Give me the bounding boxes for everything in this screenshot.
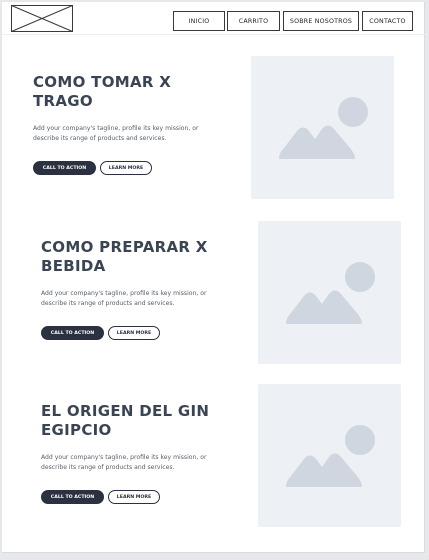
call-to-action-button[interactable]: CALL TO ACTION — [41, 490, 104, 504]
tagline-line: describe its range of products and servi… — [41, 464, 175, 471]
section-title: EL ORIGEN DEL GIN EGIPCIO — [41, 402, 226, 440]
tagline-line: Add your company's tagline, profile its … — [41, 454, 207, 461]
title-line: EL ORIGEN DEL GIN — [41, 402, 210, 420]
title-line: EGIPCIO — [41, 421, 112, 439]
page: INICIO CARRITO SOBRE NOSOTROS CONTACTO C… — [2, 2, 425, 553]
learn-more-button[interactable]: LEARN MORE — [108, 490, 160, 504]
section-origen-gin: EL ORIGEN DEL GIN EGIPCIO Add your compa… — [2, 2, 425, 542]
image-placeholder-icon — [258, 384, 401, 527]
section-tagline: Add your company's tagline, profile its … — [41, 453, 211, 473]
